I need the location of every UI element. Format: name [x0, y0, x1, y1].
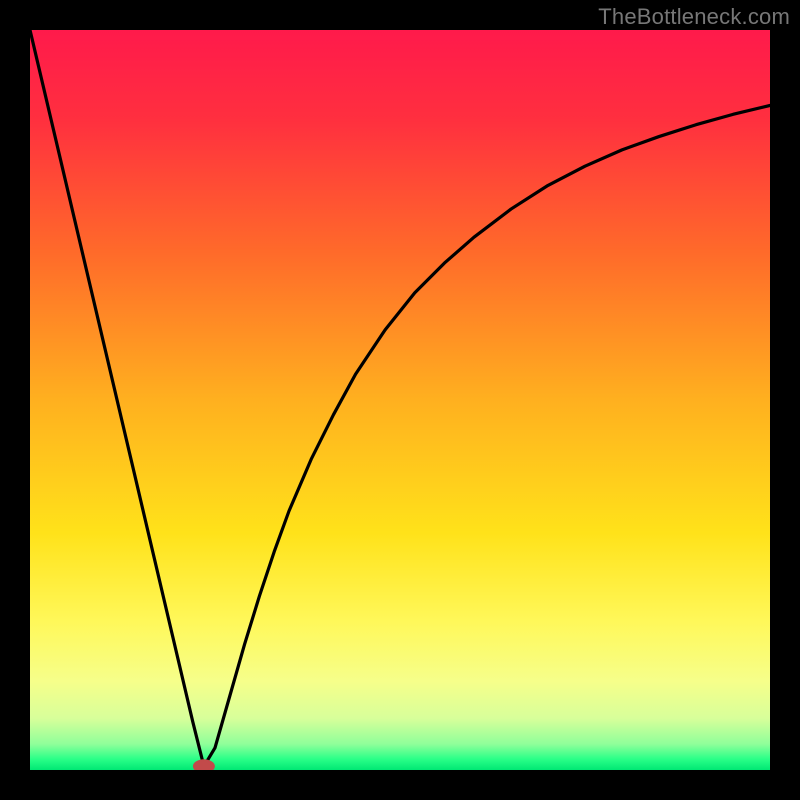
chart-svg: [30, 30, 770, 770]
plot-area: [30, 30, 770, 770]
gradient-background: [30, 30, 770, 770]
chart-frame: TheBottleneck.com: [0, 0, 800, 800]
watermark-text: TheBottleneck.com: [598, 4, 790, 30]
